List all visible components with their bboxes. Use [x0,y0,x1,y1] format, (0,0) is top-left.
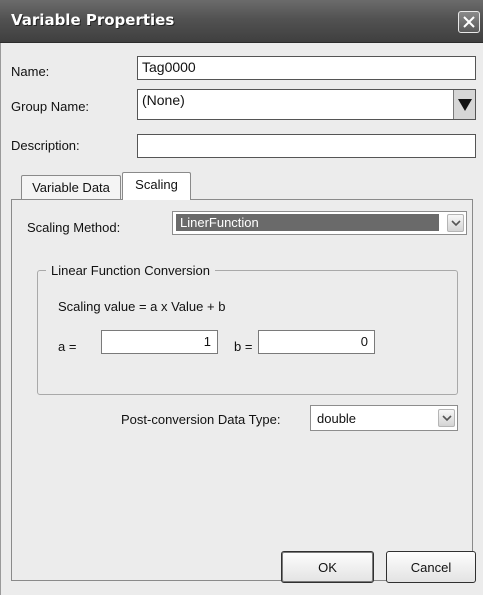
close-icon [463,16,475,28]
close-button[interactable] [458,11,480,33]
scaling-method-dropdown-button[interactable] [447,214,464,232]
a-label: a = [58,339,77,354]
formula-text: Scaling value = a x Value + b [58,299,226,314]
a-field[interactable]: 1 [101,330,218,354]
scaling-method-value: LinerFunction [176,214,439,231]
post-conversion-value: double [317,411,357,426]
b-field[interactable]: 0 [258,330,375,354]
linear-function-group-title: Linear Function Conversion [46,263,215,278]
scaling-method-select[interactable]: LinerFunction [172,211,467,235]
chevron-down-icon [442,415,452,422]
group-name-label: Group Name: [11,99,90,114]
description-field[interactable] [137,134,476,158]
post-conversion-label: Post-conversion Data Type: [121,412,281,427]
window-title: Variable Properties [11,11,175,29]
scaling-method-label: Scaling Method: [27,220,121,235]
name-field[interactable]: Tag0000 [137,56,476,80]
group-name-dropdown-button[interactable] [453,90,475,119]
tab-variable-data[interactable]: Variable Data [21,175,121,199]
ok-button[interactable]: OK [281,551,374,583]
tab-scaling[interactable]: Scaling [122,172,191,200]
name-label: Name: [11,64,50,79]
dialog-body: Name: Tag0000 Group Name: (None) Descrip… [0,43,483,595]
cancel-button[interactable]: Cancel [386,551,476,583]
b-label: b = [234,339,253,354]
group-name-combo[interactable]: (None) [137,89,476,120]
group-name-value: (None) [142,92,185,108]
chevron-down-icon [451,220,461,227]
post-conversion-dropdown-button[interactable] [438,409,455,427]
title-bar[interactable]: Variable Properties [0,0,483,43]
post-conversion-select[interactable]: double [310,405,458,431]
triangle-down-icon [458,99,472,111]
description-label: Description: [11,138,80,153]
